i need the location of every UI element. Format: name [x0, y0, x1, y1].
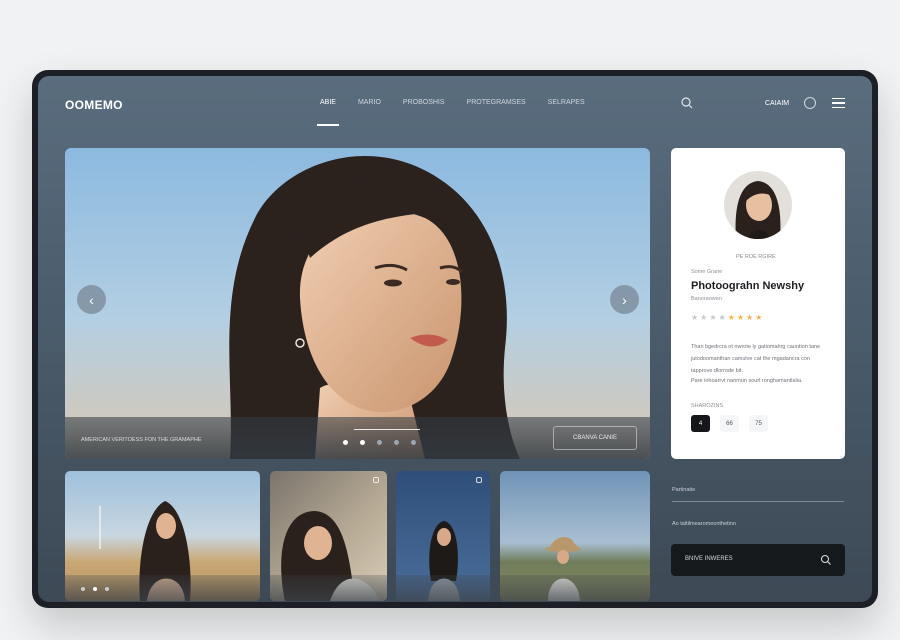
carousel-dot-4[interactable]	[394, 440, 399, 445]
account-link[interactable]: CAIAIM	[765, 100, 789, 107]
profile-bio: Than bgedrcra ot nwrote ly gatiomahrg ca…	[691, 344, 821, 374]
search-icon[interactable]	[680, 96, 694, 110]
size-options: 4 66 75	[691, 415, 768, 432]
device-frame: OOMEMO ABIE MARIO PROBOSHIS PROTEGRAMSES…	[32, 70, 878, 608]
profile-name: Photoograhn Newshy	[691, 280, 805, 292]
thumbnail-caption	[500, 575, 650, 601]
thumbnail-3[interactable]	[396, 471, 490, 601]
expand-icon[interactable]	[476, 477, 482, 483]
profile-small-label: Some Grarie	[691, 269, 723, 275]
menu-icon[interactable]	[832, 98, 845, 109]
star-icon: ★	[718, 313, 728, 322]
hero-cta-button[interactable]: CBANVA CANIE	[553, 426, 637, 450]
thumbnail-dots	[81, 587, 109, 591]
nav-item-mario[interactable]: MARIO	[358, 99, 381, 106]
avatar	[724, 171, 792, 239]
profile-subtitle: Banoraowen	[691, 296, 722, 302]
side-label-1: Partinatie	[672, 487, 696, 493]
expand-icon[interactable]	[373, 477, 379, 483]
carousel-dot-1[interactable]	[343, 440, 348, 445]
browse-button-label: BNIVE INWERES	[685, 556, 733, 562]
side-label-2: Ao taltilmearomeonthetinn	[672, 521, 736, 527]
nav-item-proboshis[interactable]: PROBOSHIS	[403, 99, 445, 106]
profile-bio-secondary: Pare inhoarrvt nanmun sourl ronghamantla…	[691, 378, 803, 384]
star-icon: ★	[736, 313, 747, 322]
carousel-dot-3[interactable]	[377, 440, 382, 445]
nav-item-selrapes[interactable]: SELRAPES	[548, 99, 585, 106]
carousel-dots	[343, 440, 416, 445]
logo[interactable]: OOMEMO	[65, 98, 123, 112]
thumbnail-caption	[65, 575, 260, 601]
top-bar: OOMEMO ABIE MARIO PROBOSHIS PROTEGRAMSES…	[38, 76, 872, 136]
side-divider	[672, 501, 844, 502]
nav-item-protegramses[interactable]: PROTEGRAMSES	[467, 99, 526, 106]
search-icon	[820, 554, 831, 565]
size-option-66[interactable]: 66	[720, 415, 739, 432]
sizes-label: SHAROZINS	[691, 403, 724, 409]
hero-progress-line	[354, 429, 420, 430]
browse-button[interactable]: BNIVE INWERES	[671, 544, 845, 576]
size-option-4[interactable]: 4	[691, 415, 710, 432]
thumbnail-caption	[396, 575, 490, 601]
star-icon: ★	[700, 313, 710, 322]
nav-item-abie[interactable]: ABIE	[317, 99, 339, 126]
thumbnail-1[interactable]	[65, 471, 260, 601]
thumbnail-2[interactable]	[270, 471, 387, 601]
star-icon: ★	[691, 313, 701, 322]
prev-arrow-button[interactable]: ‹	[77, 285, 106, 314]
star-icon: ★	[727, 313, 737, 322]
carousel-dot-5[interactable]	[411, 440, 416, 445]
star-rating[interactable]: ★★★★★★★★	[691, 313, 764, 322]
profile-overline: PE ROE RGIRE	[736, 254, 776, 260]
star-icon: ★	[755, 313, 765, 322]
app-screen: OOMEMO ABIE MARIO PROBOSHIS PROTEGRAMSES…	[38, 76, 872, 602]
profile-card: PE ROE RGIRE Some Grarie Photoograhn New…	[671, 148, 845, 459]
thumbnail-4[interactable]	[500, 471, 650, 601]
hero-caption: AMERICAN VERITOESS FON THE GRAMAPHE	[81, 437, 202, 443]
star-icon: ★	[746, 313, 756, 322]
size-option-75[interactable]: 75	[749, 415, 768, 432]
thumbnail-caption	[270, 575, 387, 601]
star-icon: ★	[709, 313, 719, 322]
hero-image	[229, 156, 521, 459]
user-icon[interactable]	[804, 97, 816, 109]
next-arrow-button[interactable]: ›	[610, 285, 639, 314]
main-nav: ABIE MARIO PROBOSHIS PROTEGRAMSES SELRAP…	[317, 99, 607, 126]
hero-carousel: ‹ › AMERICAN VERITOESS FON THE GRAMAPHE …	[65, 148, 650, 459]
carousel-dot-2[interactable]	[360, 440, 365, 445]
hero-caption-bar: AMERICAN VERITOESS FON THE GRAMAPHE CBAN…	[65, 417, 650, 459]
